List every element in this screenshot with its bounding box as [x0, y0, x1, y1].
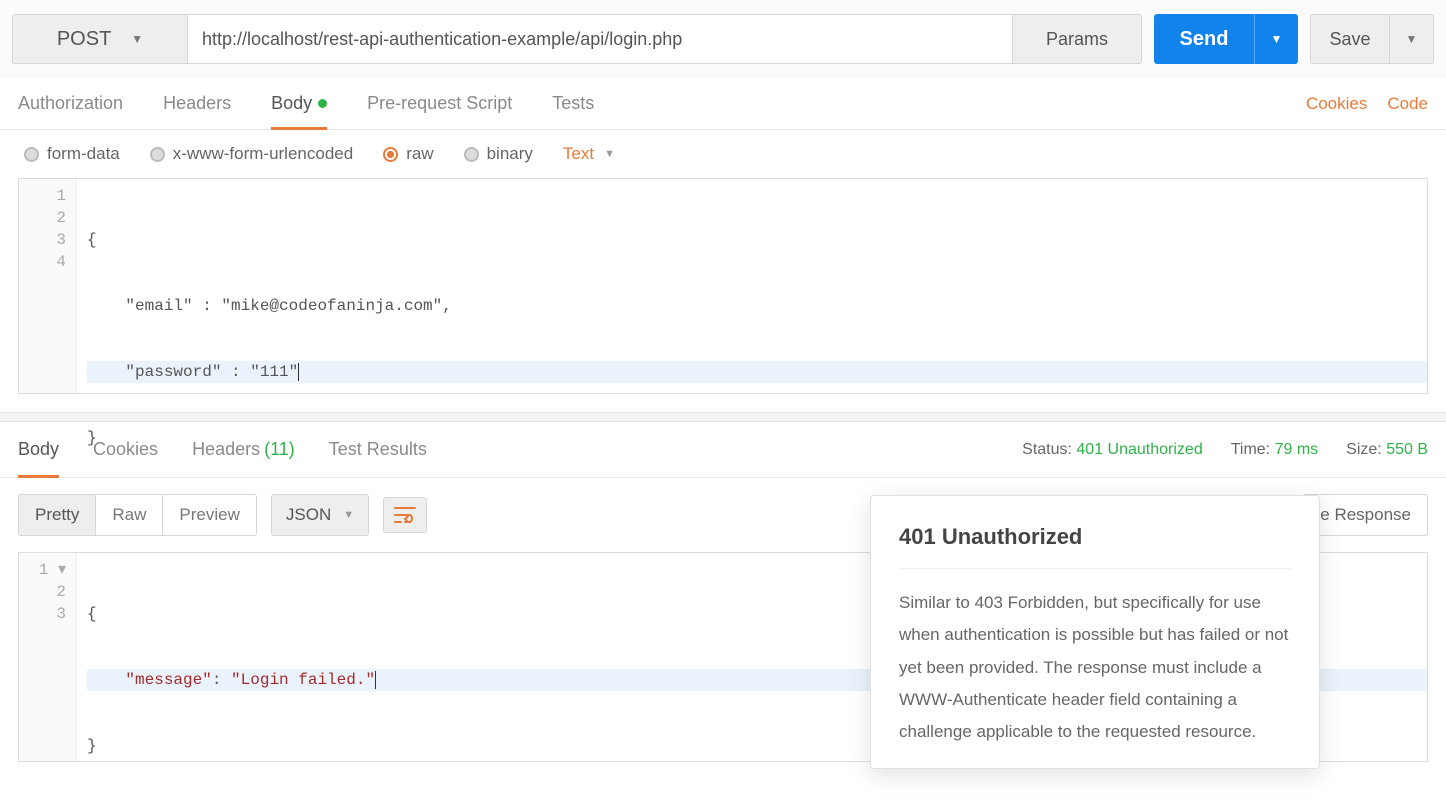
method-select[interactable]: POST ▼ [12, 14, 187, 64]
resp-tab-body[interactable]: Body [18, 422, 59, 477]
tab-headers[interactable]: Headers [163, 78, 231, 129]
tooltip-title: 401 Unauthorized [899, 524, 1291, 550]
gutter: 1234 [19, 179, 77, 393]
chevron-down-icon: ▼ [343, 509, 354, 521]
code-line: "email" : "mike@codeofaninja.com", [87, 295, 1427, 317]
modified-dot-icon [318, 99, 327, 108]
resp-tab-cookies[interactable]: Cookies [93, 422, 158, 477]
view-pretty[interactable]: Pretty [19, 495, 96, 535]
request-tabs: Authorization Headers Body Pre-request S… [0, 78, 1446, 130]
view-toggle: Pretty Raw Preview [18, 494, 257, 536]
request-body-editor[interactable]: 1234 { "email" : "mike@codeofaninja.com"… [18, 178, 1428, 394]
method-value: POST [57, 28, 111, 51]
tab-authorization[interactable]: Authorization [18, 78, 123, 129]
tab-tests[interactable]: Tests [552, 78, 594, 129]
request-bar: POST ▼ Params Send ▼ Save ▼ [0, 0, 1446, 78]
body-type-row: form-data x-www-form-urlencoded raw bina… [0, 130, 1446, 174]
language-select[interactable]: Text ▼ [563, 144, 615, 164]
radio-form-data[interactable]: form-data [24, 144, 120, 164]
chevron-down-icon: ▼ [604, 148, 615, 160]
wrap-lines-button[interactable] [383, 497, 427, 533]
save-response-button[interactable]: e Response [1303, 494, 1428, 536]
url-input[interactable] [187, 14, 1012, 64]
code-line: "password" : "111" [87, 361, 1427, 383]
params-button[interactable]: Params [1012, 14, 1142, 64]
headers-count: (11) [264, 439, 295, 460]
tab-body[interactable]: Body [271, 78, 327, 129]
radio-binary[interactable]: binary [464, 144, 533, 164]
code-link[interactable]: Code [1387, 94, 1428, 114]
view-preview[interactable]: Preview [163, 495, 255, 535]
resp-tab-headers[interactable]: Headers (11) [192, 422, 295, 477]
radio-raw[interactable]: raw [383, 144, 433, 164]
send-dropdown[interactable]: ▼ [1254, 14, 1298, 64]
save-button[interactable]: Save [1310, 14, 1390, 64]
format-select[interactable]: JSON ▼ [271, 494, 369, 536]
gutter: 1 ▾23 [19, 553, 77, 761]
chevron-down-icon: ▼ [131, 32, 143, 46]
tab-prerequest[interactable]: Pre-request Script [367, 78, 512, 129]
status-tooltip: 401 Unauthorized Similar to 403 Forbidde… [870, 495, 1320, 769]
code-line: { [87, 229, 1427, 251]
save-dropdown[interactable]: ▼ [1390, 14, 1434, 64]
send-button[interactable]: Send [1154, 14, 1254, 64]
resp-tab-tests[interactable]: Test Results [329, 422, 427, 477]
tab-body-label: Body [271, 93, 312, 114]
tooltip-text: Similar to 403 Forbidden, but specifical… [899, 587, 1291, 748]
radio-urlencoded[interactable]: x-www-form-urlencoded [150, 144, 353, 164]
view-raw[interactable]: Raw [96, 495, 163, 535]
cookies-link[interactable]: Cookies [1306, 94, 1367, 114]
